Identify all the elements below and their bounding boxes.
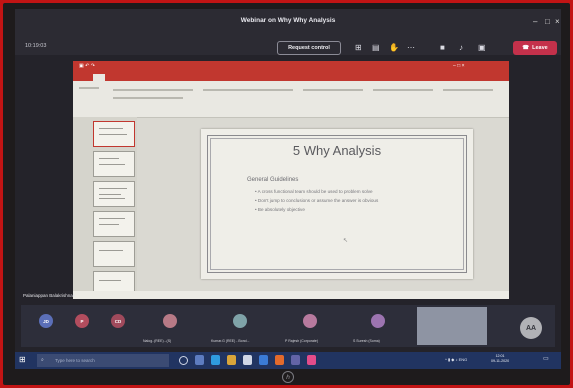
bullet-text: Don't jump to conclusions or assume the … xyxy=(257,198,379,203)
slide-title: 5 Why Analysis xyxy=(292,143,382,158)
slide-thumbnail[interactable] xyxy=(93,211,135,237)
ppt-active-tab xyxy=(93,74,105,81)
leave-label: Leave xyxy=(532,45,548,51)
chat-icon[interactable]: ▤ xyxy=(372,43,380,53)
participant-avatar[interactable] xyxy=(303,314,317,328)
system-tray-icons[interactable]: ^ ▮ ◆ ♪ ENG xyxy=(445,357,467,362)
ppt-ribbon-tabs xyxy=(73,73,509,81)
teams-title-bar: Webinar on Why Why Analysis 10:19:03 – □… xyxy=(15,9,561,55)
bullet-text: A cross functional team should be used t… xyxy=(257,189,373,194)
call-timer: 10:19:03 xyxy=(25,43,47,49)
ppt-status-bar xyxy=(73,291,509,299)
app-icon[interactable] xyxy=(307,355,316,365)
search-icon: ⌕ xyxy=(41,357,44,363)
participant-name: P Rajesh (Corporate) xyxy=(285,339,319,343)
participant-avatar[interactable] xyxy=(371,314,385,328)
powerpoint-icon[interactable] xyxy=(275,355,284,365)
mail-icon[interactable] xyxy=(259,355,268,365)
ribbon-group xyxy=(203,89,293,91)
participant-name: Kumar.G (REE) - Bond... xyxy=(211,339,250,343)
video-icon[interactable]: ■ xyxy=(440,43,445,53)
self-avatar[interactable]: AA xyxy=(520,317,542,339)
camera-icon[interactable]: ⊞ xyxy=(355,43,362,53)
windows-taskbar: ⊞ Type here to search ⌕ ^ ▮ ◆ ♪ ENG 12:0… xyxy=(15,352,561,369)
screen: Webinar on Why Why Analysis 10:19:03 – □… xyxy=(15,9,561,369)
presenter-name: Palaniappan Balakrishnan xyxy=(23,293,76,298)
quick-access-icons: ▣ ↶ ↷ xyxy=(79,63,95,69)
taskbar-clock[interactable]: 12:01 09-11-2020 xyxy=(491,354,509,364)
window-title: Webinar on Why Why Analysis xyxy=(240,17,336,24)
ribbon-group xyxy=(113,89,193,91)
participant-avatar[interactable]: CD xyxy=(111,314,125,328)
more-icon[interactable]: ⋯ xyxy=(407,43,415,53)
participant-name: Nalog..(REE)...(S) xyxy=(143,339,172,343)
mic-icon[interactable]: ♪ xyxy=(459,43,463,53)
shared-screen-powerpoint: ▣ ↶ ↷ – □ × 5 Why Analysis General Guide… xyxy=(73,61,509,299)
slide-bullet: • Don't jump to conclusions or assume th… xyxy=(255,198,379,203)
task-view-icon[interactable] xyxy=(195,355,204,365)
maximize-icon[interactable]: □ xyxy=(545,17,550,26)
slide-thumbnail[interactable] xyxy=(93,151,135,177)
leave-button[interactable]: ☎ Leave xyxy=(513,41,557,55)
current-slide: 5 Why Analysis General Guidelines • A cr… xyxy=(201,129,473,279)
bullet-text: Be absolutely objective xyxy=(257,207,305,212)
windows-start-icon[interactable]: ⊞ xyxy=(19,356,26,364)
participant-video-tile[interactable] xyxy=(417,307,487,345)
taskbar-search-input[interactable]: Type here to search xyxy=(37,354,169,367)
slide-bullet: • Be absolutely objective xyxy=(255,207,305,212)
slide-thumbnails xyxy=(73,117,137,299)
participant-avatar[interactable]: JD xyxy=(39,314,53,328)
share-icon[interactable]: ▣ xyxy=(478,43,486,53)
participant-avatar[interactable]: P xyxy=(75,314,89,328)
ribbon-group xyxy=(373,89,433,91)
close-icon[interactable]: × xyxy=(555,17,560,26)
ribbon-group xyxy=(113,97,183,99)
notification-icon[interactable]: ▭ xyxy=(543,355,549,362)
ppt-ribbon xyxy=(73,81,509,118)
cortana-icon[interactable] xyxy=(179,356,188,365)
clock-date: 09-11-2020 xyxy=(491,359,510,363)
teams-icon[interactable] xyxy=(291,355,300,365)
participant-avatar[interactable] xyxy=(163,314,177,328)
raise-hand-icon[interactable]: ✋ xyxy=(389,43,399,53)
file-explorer-icon[interactable] xyxy=(227,355,236,365)
phone-icon: ☎ xyxy=(522,45,530,51)
monitor-frame: Webinar on Why Why Analysis 10:19:03 – □… xyxy=(3,3,570,385)
slide-thumbnail[interactable] xyxy=(93,121,135,147)
ppt-title-bar: ▣ ↶ ↷ – □ × xyxy=(73,61,509,73)
mouse-cursor-icon: ↖ xyxy=(343,238,349,244)
slide-thumbnail[interactable] xyxy=(93,241,135,267)
ribbon-group xyxy=(443,89,493,91)
ppt-window-controls: – □ × xyxy=(453,63,465,69)
ribbon-group xyxy=(303,89,363,91)
hp-logo-icon: ℎ xyxy=(282,371,294,383)
minimize-icon[interactable]: – xyxy=(533,17,537,26)
slide-subtitle: General Guidelines xyxy=(247,177,299,183)
ribbon-group xyxy=(79,87,99,89)
participant-avatar[interactable] xyxy=(233,314,247,328)
slide-thumbnail[interactable] xyxy=(93,181,135,207)
participant-name: S Suresh (Soma) xyxy=(353,339,380,343)
store-icon[interactable] xyxy=(243,355,252,365)
slide-bullet: • A cross functional team should be used… xyxy=(255,189,373,194)
request-control-button[interactable]: Request control xyxy=(277,41,341,55)
edge-icon[interactable] xyxy=(211,355,220,365)
